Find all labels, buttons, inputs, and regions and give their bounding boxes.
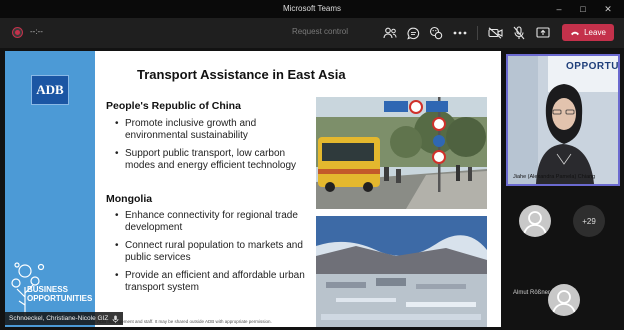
side-text-line2: OPPORTUNITIES: [27, 294, 93, 303]
leave-label: Leave: [584, 28, 606, 37]
close-icon[interactable]: ✕: [597, 1, 619, 17]
request-control-button[interactable]: Request control: [292, 27, 348, 36]
more-options-icon[interactable]: [451, 24, 469, 42]
phone-hangup-icon: [571, 31, 580, 35]
leave-button[interactable]: Leave: [562, 24, 614, 41]
bullet-item: Provide an efficient and affordable urba…: [115, 270, 315, 294]
participant-video[interactable]: OPPORTU Jiahe (Alexandra Pamela) Chiang: [506, 54, 620, 186]
slide-title: Transport Assistance in East Asia: [137, 67, 346, 82]
meeting-timer: --:--: [30, 27, 43, 36]
toolbar-divider: [477, 26, 478, 40]
presenter-name: Schnoeckel, Christiane-Nicole GIZ: [9, 315, 109, 322]
participant-name-text: Almut Rößner: [513, 290, 551, 296]
recording-icon: [13, 28, 22, 37]
section-heading-china: People's Republic of China: [106, 100, 241, 112]
adb-logo: ADB: [31, 75, 69, 105]
more-participants-badge[interactable]: +29: [573, 205, 605, 237]
reactions-icon[interactable]: [427, 24, 445, 42]
minimize-icon[interactable]: –: [548, 1, 570, 17]
camera-off-icon[interactable]: [486, 24, 504, 42]
section-heading-mongolia: Mongolia: [106, 193, 153, 205]
window-title: Microsoft Teams: [282, 4, 342, 13]
video-banner-text: OPPORTU: [566, 61, 619, 72]
share-screen-icon[interactable]: [534, 24, 552, 42]
bullet-item: Promote inclusive growth and environment…: [115, 118, 315, 142]
mongolia-city-photo: [316, 216, 487, 327]
side-text-line1: BUSINESS: [27, 285, 68, 294]
mic-icon: [112, 315, 119, 323]
chat-icon[interactable]: [404, 24, 422, 42]
presenter-name-tag: Schnoeckel, Christiane-Nicole GIZ: [5, 312, 124, 325]
shared-slide: ADB BUSINESS OPPORTUNITIES Transport Ass…: [5, 51, 501, 327]
meeting-stage: ADB BUSINESS OPPORTUNITIES Transport Ass…: [0, 48, 624, 330]
meeting-toolbar: --:-- Request control Leave: [0, 18, 624, 48]
business-opportunities-text: BUSINESS OPPORTUNITIES: [27, 285, 92, 303]
video-participant-name: Jiahe (Alexandra Pamela) Chiang: [513, 174, 596, 180]
bullet-item: Connect rural population to markets and …: [115, 240, 315, 264]
slide-sidebar: ADB BUSINESS OPPORTUNITIES: [5, 51, 95, 327]
avatar[interactable]: [519, 205, 551, 237]
mic-muted-icon[interactable]: [510, 24, 528, 42]
avatar[interactable]: [548, 284, 580, 316]
bullet-item: Support public transport, low carbon mod…: [115, 148, 315, 172]
maximize-icon[interactable]: □: [572, 1, 594, 17]
bullet-item: Enhance connectivity for regional trade …: [115, 210, 315, 234]
participants-icon[interactable]: [381, 24, 399, 42]
title-bar: Microsoft Teams – □ ✕: [0, 0, 624, 18]
street-bus-photo: [316, 97, 487, 209]
